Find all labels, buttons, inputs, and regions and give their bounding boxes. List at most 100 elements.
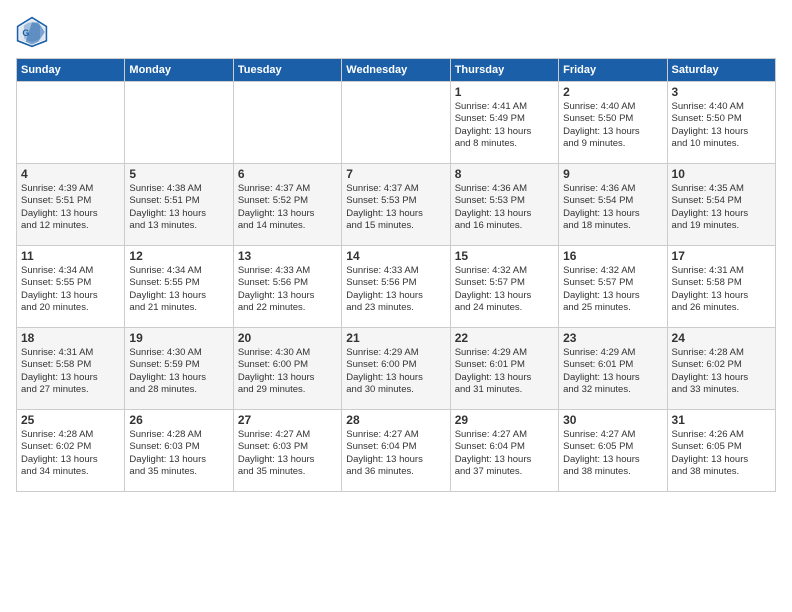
calendar-cell	[342, 82, 450, 164]
cell-info: Sunrise: 4:38 AM Sunset: 5:51 PM Dayligh…	[129, 183, 228, 232]
cell-info: Sunrise: 4:31 AM Sunset: 5:58 PM Dayligh…	[21, 347, 120, 396]
cell-info: Sunrise: 4:27 AM Sunset: 6:03 PM Dayligh…	[238, 429, 337, 478]
cell-day-number: 22	[455, 331, 554, 345]
calendar-cell: 27 Sunrise: 4:27 AM Sunset: 6:03 PM Dayli…	[233, 410, 341, 492]
cell-info: Sunrise: 4:29 AM Sunset: 6:00 PM Dayligh…	[346, 347, 445, 396]
calendar-cell: 16 Sunrise: 4:32 AM Sunset: 5:57 PM Dayli…	[559, 246, 667, 328]
calendar-cell	[233, 82, 341, 164]
page: G SundayMondayTuesdayWednesdayThursdayFr…	[0, 0, 792, 612]
calendar-cell: 9 Sunrise: 4:36 AM Sunset: 5:54 PM Daylig…	[559, 164, 667, 246]
calendar-cell: 2 Sunrise: 4:40 AM Sunset: 5:50 PM Daylig…	[559, 82, 667, 164]
calendar-cell: 7 Sunrise: 4:37 AM Sunset: 5:53 PM Daylig…	[342, 164, 450, 246]
calendar-cell: 25Sunrise: 4:28 AM Sunset: 6:02 PM Dayli…	[17, 410, 125, 492]
cell-day-number: 26	[129, 413, 228, 427]
calendar-header-friday: Friday	[559, 59, 667, 82]
cell-info: Sunrise: 4:32 AM Sunset: 5:57 PM Dayligh…	[563, 265, 662, 314]
cell-day-number: 20	[238, 331, 337, 345]
calendar-cell: 26Sunrise: 4:28 AM Sunset: 6:03 PM Dayli…	[125, 410, 233, 492]
cell-day-number: 6	[238, 167, 337, 181]
calendar-cell: 19 Sunrise: 4:30 AM Sunset: 5:59 PM Dayli…	[125, 328, 233, 410]
calendar-header-sunday: Sunday	[17, 59, 125, 82]
cell-info: Sunrise: 4:41 AM Sunset: 5:49 PM Dayligh…	[455, 101, 554, 150]
calendar-table: SundayMondayTuesdayWednesdayThursdayFrid…	[16, 58, 776, 492]
cell-day-number: 23	[563, 331, 662, 345]
cell-info: Sunrise: 4:40 AM Sunset: 5:50 PM Dayligh…	[672, 101, 771, 150]
cell-day-number: 21	[346, 331, 445, 345]
cell-day-number: 7	[346, 167, 445, 181]
calendar-header-saturday: Saturday	[667, 59, 775, 82]
header: G	[16, 16, 776, 48]
calendar-cell: 20 Sunrise: 4:30 AM Sunset: 6:00 PM Dayli…	[233, 328, 341, 410]
calendar-cell: 10 Sunrise: 4:35 AM Sunset: 5:54 PM Dayli…	[667, 164, 775, 246]
cell-day-number: 5	[129, 167, 228, 181]
cell-info: Sunrise: 4:30 AM Sunset: 5:59 PM Dayligh…	[129, 347, 228, 396]
calendar-cell: 18 Sunrise: 4:31 AM Sunset: 5:58 PM Dayli…	[17, 328, 125, 410]
calendar-cell: 12 Sunrise: 4:34 AM Sunset: 5:55 PM Dayli…	[125, 246, 233, 328]
calendar-week-5: 25Sunrise: 4:28 AM Sunset: 6:02 PM Dayli…	[17, 410, 776, 492]
cell-day-number: 13	[238, 249, 337, 263]
calendar-cell: 17 Sunrise: 4:31 AM Sunset: 5:58 PM Dayli…	[667, 246, 775, 328]
cell-info: Sunrise: 4:27 AM Sunset: 6:04 PM Dayligh…	[455, 429, 554, 478]
calendar-cell	[125, 82, 233, 164]
cell-info: Sunrise: 4:32 AM Sunset: 5:57 PM Dayligh…	[455, 265, 554, 314]
calendar-cell	[17, 82, 125, 164]
cell-info: Sunrise: 4:31 AM Sunset: 5:58 PM Dayligh…	[672, 265, 771, 314]
calendar-cell: 24Sunrise: 4:28 AM Sunset: 6:02 PM Dayli…	[667, 328, 775, 410]
calendar-week-4: 18 Sunrise: 4:31 AM Sunset: 5:58 PM Dayli…	[17, 328, 776, 410]
logo: G	[16, 16, 54, 48]
cell-day-number: 24	[672, 331, 771, 345]
calendar-week-2: 4 Sunrise: 4:39 AM Sunset: 5:51 PM Daylig…	[17, 164, 776, 246]
cell-info: Sunrise: 4:35 AM Sunset: 5:54 PM Dayligh…	[672, 183, 771, 232]
calendar-cell: 13 Sunrise: 4:33 AM Sunset: 5:56 PM Dayli…	[233, 246, 341, 328]
calendar-header-tuesday: Tuesday	[233, 59, 341, 82]
calendar-cell: 14 Sunrise: 4:33 AM Sunset: 5:56 PM Dayli…	[342, 246, 450, 328]
cell-day-number: 27	[238, 413, 337, 427]
cell-info: Sunrise: 4:33 AM Sunset: 5:56 PM Dayligh…	[238, 265, 337, 314]
cell-day-number: 10	[672, 167, 771, 181]
cell-day-number: 14	[346, 249, 445, 263]
cell-info: Sunrise: 4:30 AM Sunset: 6:00 PM Dayligh…	[238, 347, 337, 396]
cell-info: Sunrise: 4:34 AM Sunset: 5:55 PM Dayligh…	[21, 265, 120, 314]
calendar-header-row: SundayMondayTuesdayWednesdayThursdayFrid…	[17, 59, 776, 82]
cell-info: Sunrise: 4:37 AM Sunset: 5:52 PM Dayligh…	[238, 183, 337, 232]
cell-day-number: 29	[455, 413, 554, 427]
cell-day-number: 3	[672, 85, 771, 99]
cell-info: Sunrise: 4:29 AM Sunset: 6:01 PM Dayligh…	[563, 347, 662, 396]
cell-day-number: 30	[563, 413, 662, 427]
calendar-cell: 1 Sunrise: 4:41 AM Sunset: 5:49 PM Daylig…	[450, 82, 558, 164]
logo-icon: G	[16, 16, 48, 48]
calendar-week-1: 1 Sunrise: 4:41 AM Sunset: 5:49 PM Daylig…	[17, 82, 776, 164]
calendar-cell: 3 Sunrise: 4:40 AM Sunset: 5:50 PM Daylig…	[667, 82, 775, 164]
calendar-week-3: 11Sunrise: 4:34 AM Sunset: 5:55 PM Dayli…	[17, 246, 776, 328]
calendar-cell: 5 Sunrise: 4:38 AM Sunset: 5:51 PM Daylig…	[125, 164, 233, 246]
cell-day-number: 4	[21, 167, 120, 181]
cell-day-number: 16	[563, 249, 662, 263]
cell-info: Sunrise: 4:27 AM Sunset: 6:04 PM Dayligh…	[346, 429, 445, 478]
cell-info: Sunrise: 4:39 AM Sunset: 5:51 PM Dayligh…	[21, 183, 120, 232]
cell-day-number: 25	[21, 413, 120, 427]
calendar-cell: 30Sunrise: 4:27 AM Sunset: 6:05 PM Dayli…	[559, 410, 667, 492]
calendar-cell: 4 Sunrise: 4:39 AM Sunset: 5:51 PM Daylig…	[17, 164, 125, 246]
calendar-cell: 22Sunrise: 4:29 AM Sunset: 6:01 PM Dayli…	[450, 328, 558, 410]
cell-day-number: 17	[672, 249, 771, 263]
calendar-cell: 11Sunrise: 4:34 AM Sunset: 5:55 PM Dayli…	[17, 246, 125, 328]
cell-info: Sunrise: 4:26 AM Sunset: 6:05 PM Dayligh…	[672, 429, 771, 478]
cell-day-number: 18	[21, 331, 120, 345]
calendar-cell: 31 Sunrise: 4:26 AM Sunset: 6:05 PM Dayli…	[667, 410, 775, 492]
cell-info: Sunrise: 4:33 AM Sunset: 5:56 PM Dayligh…	[346, 265, 445, 314]
cell-info: Sunrise: 4:36 AM Sunset: 5:53 PM Dayligh…	[455, 183, 554, 232]
cell-day-number: 19	[129, 331, 228, 345]
cell-day-number: 1	[455, 85, 554, 99]
calendar-header-monday: Monday	[125, 59, 233, 82]
cell-day-number: 9	[563, 167, 662, 181]
cell-info: Sunrise: 4:40 AM Sunset: 5:50 PM Dayligh…	[563, 101, 662, 150]
cell-info: Sunrise: 4:36 AM Sunset: 5:54 PM Dayligh…	[563, 183, 662, 232]
cell-day-number: 12	[129, 249, 228, 263]
calendar-cell: 21 Sunrise: 4:29 AM Sunset: 6:00 PM Dayli…	[342, 328, 450, 410]
calendar-header-wednesday: Wednesday	[342, 59, 450, 82]
cell-info: Sunrise: 4:34 AM Sunset: 5:55 PM Dayligh…	[129, 265, 228, 314]
cell-day-number: 2	[563, 85, 662, 99]
cell-day-number: 31	[672, 413, 771, 427]
cell-info: Sunrise: 4:37 AM Sunset: 5:53 PM Dayligh…	[346, 183, 445, 232]
calendar-header-thursday: Thursday	[450, 59, 558, 82]
